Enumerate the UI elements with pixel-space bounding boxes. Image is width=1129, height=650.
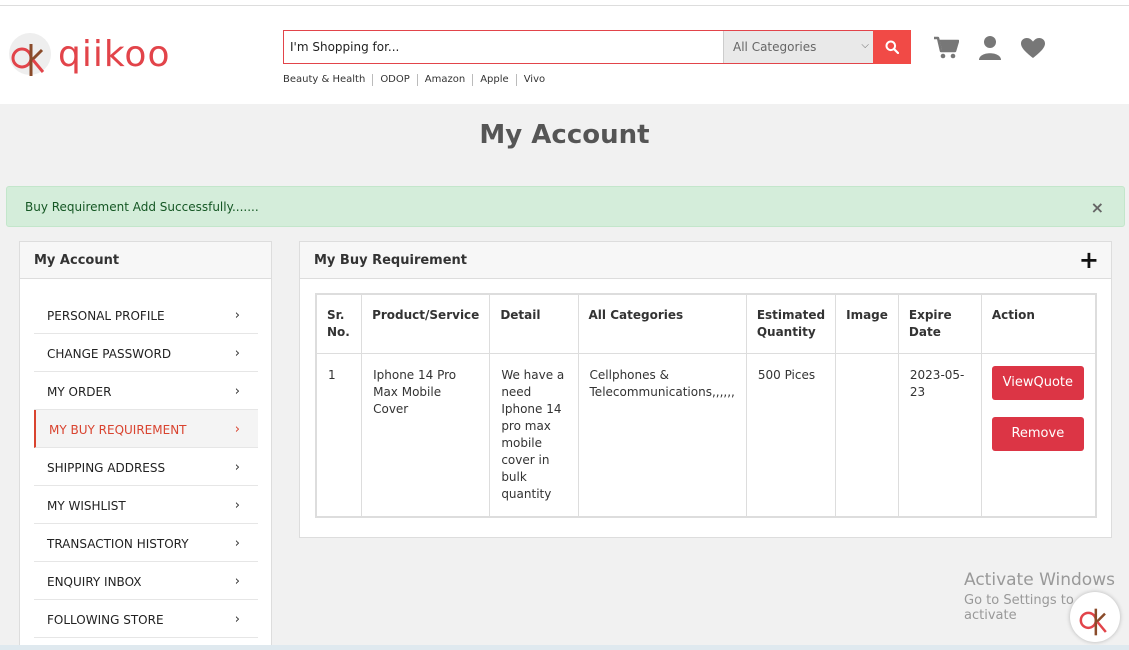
search-bar: All Categories ⌵ (283, 30, 911, 64)
chevron-right-icon: › (234, 384, 240, 399)
close-icon[interactable]: × (1091, 200, 1104, 216)
table-header-row: Sr. No. Product/Service Detail All Categ… (315, 293, 1097, 354)
column-header: Estimated Quantity (745, 293, 837, 354)
heart-icon (1021, 38, 1045, 58)
cell-categories: Cellphones & Telecommunications,,,,,, (577, 353, 747, 518)
quick-link[interactable]: ODOP (372, 74, 416, 86)
sidebar-item-personal-profile[interactable]: PERSONAL PROFILE › (34, 296, 258, 334)
user-icon (979, 36, 1001, 60)
chevron-right-icon: › (234, 574, 240, 589)
success-alert: Buy Requirement Add Successfully....... … (6, 186, 1125, 227)
column-header: Sr. No. (315, 293, 363, 354)
column-header: Expire Date (897, 293, 982, 354)
cell-quantity: 500 Pices (745, 353, 837, 518)
column-header: Product/Service (361, 293, 491, 354)
sidebar-item-label: MY ORDER (47, 385, 112, 399)
cart-button[interactable] (932, 34, 960, 62)
sidebar-item-label: MY BUY REQUIREMENT (49, 423, 187, 437)
chevron-right-icon: › (234, 612, 240, 627)
sidebar-item-change-password[interactable]: CHANGE PASSWORD › (34, 334, 258, 372)
sidebar-item-transaction-history[interactable]: TRANSACTION HISTORY › (34, 524, 258, 562)
sidebar-item-label: FOLLOWING STORE (47, 613, 164, 627)
buy-requirement-panel: My Buy Requirement + Sr. No. Product/Ser… (299, 241, 1112, 538)
sidebar-item-label: SHIPPING ADDRESS (47, 461, 166, 475)
account-sidebar: My Account PERSONAL PROFILE › CHANGE PAS… (19, 241, 272, 650)
quick-link[interactable]: Amazon (416, 74, 472, 86)
cell-sr-no: 1 (315, 353, 363, 518)
chevron-down-icon: ⌵ (861, 40, 869, 51)
cell-detail: We have a need Iphone 14 pro max mobile … (489, 353, 579, 518)
category-select-value: All Categories (733, 40, 817, 54)
table-row: 1 Iphone 14 Pro Max Mobile Cover We have… (315, 353, 1097, 518)
sidebar-item-enquiry-inbox[interactable]: ENQUIRY INBOX › (34, 562, 258, 600)
panel-title: My Buy Requirement (314, 253, 468, 268)
search-input[interactable] (284, 31, 722, 63)
quick-link[interactable]: Beauty & Health (283, 74, 372, 86)
column-header: All Categories (577, 293, 747, 354)
column-header: Action (980, 293, 1097, 354)
sidebar-item-my-buy-requirement[interactable]: MY BUY REQUIREMENT › (34, 410, 258, 448)
sidebar-item-my-order[interactable]: MY ORDER › (34, 372, 258, 410)
brand-logo[interactable]: qiikoo (6, 30, 176, 82)
panel-header: My Buy Requirement + (300, 242, 1111, 279)
account-button[interactable] (976, 34, 1004, 62)
requirement-table: Sr. No. Product/Service Detail All Categ… (315, 293, 1097, 518)
chevron-right-icon: › (234, 536, 240, 551)
cell-expire-date: 2023-05-23 (897, 353, 982, 518)
page-title: My Account (479, 120, 650, 150)
search-icon (885, 40, 899, 54)
sidebar-item-label: MY WISHLIST (47, 499, 126, 513)
chat-widget-button[interactable] (1070, 592, 1120, 642)
cell-product: Iphone 14 Pro Max Mobile Cover (361, 353, 491, 518)
sidebar-title: My Account (20, 242, 271, 279)
alert-message: Buy Requirement Add Successfully....... (25, 200, 259, 214)
cell-action: ViewQuote Remove (980, 353, 1097, 518)
view-quote-button[interactable]: ViewQuote (991, 366, 1084, 400)
quick-link[interactable]: Vivo (515, 74, 552, 86)
logo-mark-icon (9, 33, 51, 76)
sidebar-item-label: PERSONAL PROFILE (47, 309, 165, 323)
category-select[interactable]: All Categories ⌵ (723, 31, 873, 63)
quick-links: Beauty & Health ODOP Amazon Apple Vivo (283, 74, 552, 86)
column-header: Detail (489, 293, 579, 354)
remove-button[interactable]: Remove (991, 417, 1084, 451)
cell-image (835, 353, 899, 518)
sidebar-item-my-wishlist[interactable]: MY WISHLIST › (34, 486, 258, 524)
sidebar-item-shipping-address[interactable]: SHIPPING ADDRESS › (34, 448, 258, 486)
wishlist-button[interactable] (1019, 34, 1047, 62)
add-requirement-button[interactable]: + (1079, 248, 1099, 272)
chevron-right-icon: › (234, 422, 240, 437)
sidebar-item-label: CHANGE PASSWORD (47, 347, 172, 361)
watermark-line-1: Activate Windows (964, 570, 1115, 590)
chevron-right-icon: › (234, 308, 240, 323)
sidebar-item-following-store[interactable]: FOLLOWING STORE › (34, 600, 258, 638)
logo-mark-icon (1079, 608, 1107, 636)
chevron-right-icon: › (234, 460, 240, 475)
taskbar-strip (0, 645, 1129, 650)
chevron-right-icon: › (234, 346, 240, 361)
column-header: Image (835, 293, 899, 354)
search-button[interactable] (873, 30, 911, 64)
site-header: qiikoo All Categories ⌵ Beauty & Health … (0, 6, 1129, 104)
cart-icon (934, 36, 959, 59)
chevron-right-icon: › (234, 498, 240, 513)
quick-link[interactable]: Apple (472, 74, 515, 86)
logo-text: qiikoo (58, 34, 171, 75)
sidebar-item-label: TRANSACTION HISTORY (47, 537, 189, 551)
sidebar-menu: PERSONAL PROFILE › CHANGE PASSWORD › MY … (34, 296, 258, 638)
sidebar-item-label: ENQUIRY INBOX (47, 575, 142, 589)
